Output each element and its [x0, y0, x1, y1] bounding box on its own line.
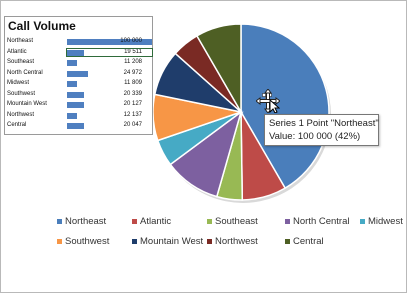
selected-cell-border: [66, 47, 153, 57]
legend-label: Atlantic: [140, 216, 172, 227]
legend-swatch: [132, 239, 137, 244]
table-row: North Central 24 972: [5, 69, 152, 79]
table-row-value: 11 809: [124, 80, 142, 86]
legend-swatch: [360, 219, 365, 224]
table-row: Southwest 20 339: [5, 90, 152, 100]
legend-label: Mountain West: [140, 236, 204, 247]
legend-swatch: [57, 239, 62, 244]
table-row: Northwest 12 137: [5, 111, 152, 121]
table-row-label: Midwest: [7, 80, 30, 86]
table-row-label: Northeast: [7, 38, 34, 44]
table-row: Southeast 11 208: [5, 58, 152, 68]
legend-label: Midwest: [368, 216, 403, 227]
data-point-tooltip: Series 1 Point "Northeast" Value: 100 00…: [264, 114, 379, 146]
table-row-label: Atlantic: [7, 48, 27, 55]
tooltip-value: Value: 100 000 (42%): [269, 131, 361, 142]
tooltip-series-point: Series 1 Point "Northeast": [269, 118, 379, 129]
table-row-value: 11 208: [124, 59, 142, 65]
legend-swatch: [132, 219, 137, 224]
table-row-label: Northwest: [7, 111, 35, 118]
legend-label: Southwest: [65, 236, 110, 247]
move-cursor-icon: [256, 89, 280, 113]
table-row-value: 20 339: [123, 90, 142, 97]
table-row-label: Central: [7, 122, 27, 128]
legend-label: Northeast: [65, 216, 107, 227]
legend-swatch: [207, 219, 212, 224]
table-row-value: 20 047: [123, 122, 142, 128]
table-row-value: 12 137: [123, 111, 142, 118]
legend-label: Southeast: [215, 216, 258, 227]
legend-swatch: [57, 219, 62, 224]
table-row-value: 20 127: [123, 101, 142, 107]
table-row-label: Southeast: [7, 59, 35, 65]
table-row: Central 20 047: [5, 121, 152, 131]
table-row: Mountain West 20 127: [5, 100, 152, 110]
table-row-value: 24 972: [123, 69, 142, 76]
table-row-label: Mountain West: [7, 101, 47, 107]
legend-swatch: [207, 239, 212, 244]
legend-label: Northwest: [215, 236, 258, 247]
legend-swatch: [285, 219, 290, 224]
table-row-label: North Central: [7, 69, 43, 76]
table-row: Northeast 100 000: [5, 37, 152, 47]
call-volume-table: Call Volume Northeast 100 000 Atlantic 19 5…: [4, 16, 153, 135]
legend-label: North Central: [293, 216, 350, 227]
table-row: Atlantic 19 511: [5, 47, 153, 58]
table-row: Midwest 11 809: [5, 79, 152, 89]
table-title: Call Volume: [8, 19, 76, 33]
table-row-label: Southwest: [7, 90, 36, 97]
table-row-value: 100 000: [120, 38, 142, 44]
legend-swatch: [285, 239, 290, 244]
legend-label: Central: [293, 236, 324, 247]
